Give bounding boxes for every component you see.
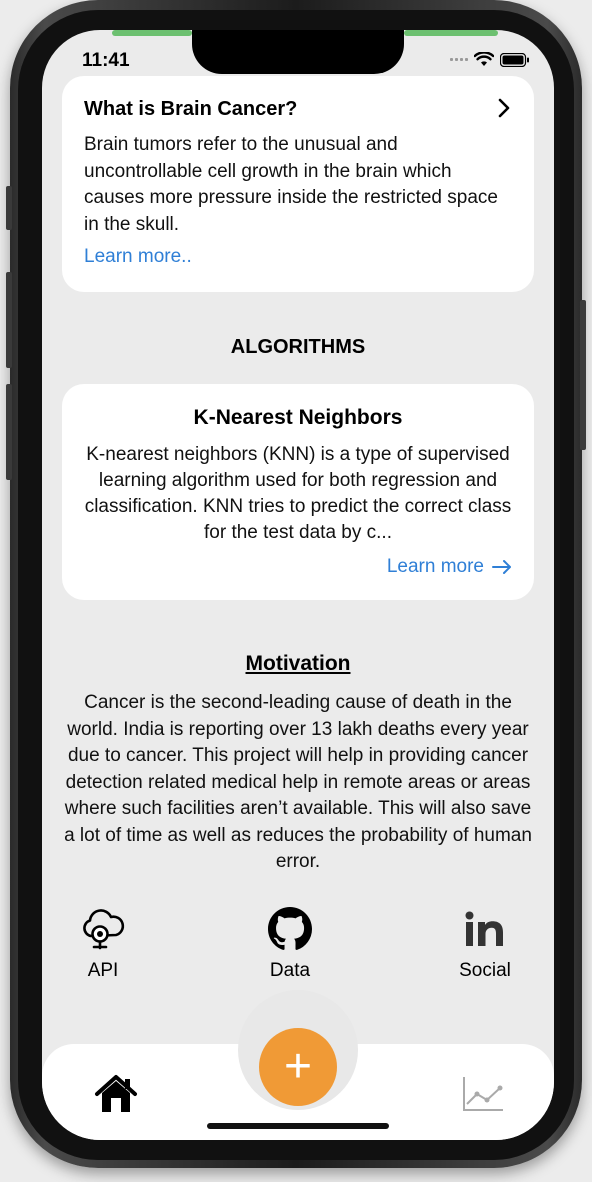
status-icons	[450, 52, 530, 67]
social-link[interactable]: Social	[435, 906, 535, 982]
algorithm-description: K-nearest neighbors (KNN) is a type of s…	[84, 444, 512, 543]
api-label: API	[87, 960, 119, 981]
arrow-right-icon	[492, 560, 511, 574]
volume-down-button	[6, 384, 12, 480]
social-label: Social	[459, 960, 511, 981]
app-screen: 11:41 What is Brain Cancer? Brain tumors…	[42, 30, 554, 1140]
motivation-heading: Motivation	[245, 652, 351, 675]
chevron-right-icon[interactable]	[492, 96, 516, 120]
data-link[interactable]: Data	[240, 906, 340, 982]
battery-icon	[500, 52, 529, 67]
api-link[interactable]: API	[53, 906, 153, 982]
algorithm-card[interactable]: K-Nearest Neighbors K-nearest neighbors …	[62, 384, 534, 600]
algorithm-learn-more-label: Learn more	[386, 556, 484, 577]
info-card-body: Brain tumors refer to the unusual and un…	[84, 134, 498, 235]
cloud-api-icon	[83, 909, 125, 950]
top-accent-strip	[404, 30, 498, 36]
home-indicator	[207, 1123, 389, 1129]
wifi-icon	[474, 52, 494, 66]
power-button	[580, 300, 586, 450]
chart-icon[interactable]	[462, 1076, 504, 1112]
info-card-title: What is Brain Cancer?	[84, 98, 298, 120]
notch	[192, 30, 404, 74]
status-time: 11:41	[82, 50, 130, 71]
volume-up-button	[6, 272, 12, 368]
brain-cancer-info-card[interactable]: What is Brain Cancer? Brain tumors refer…	[62, 76, 534, 292]
github-icon	[268, 907, 312, 950]
algorithm-learn-more-link[interactable]: Learn more	[387, 556, 512, 578]
learn-more-link[interactable]: Learn more..	[84, 246, 192, 268]
home-icon[interactable]	[94, 1074, 138, 1114]
top-accent-strip	[112, 30, 192, 36]
linkedin-icon	[465, 911, 503, 946]
plus-icon: +	[283, 1040, 313, 1093]
algorithms-heading: ALGORITHMS	[230, 336, 366, 358]
add-button[interactable]: +	[259, 1028, 337, 1106]
mute-switch	[6, 186, 12, 230]
cellular-signal-icon	[450, 58, 468, 61]
data-label: Data	[269, 960, 311, 981]
motivation-text: Cancer is the second-leading cause of de…	[64, 692, 532, 872]
algorithm-title: K-Nearest Neighbors	[193, 406, 403, 429]
